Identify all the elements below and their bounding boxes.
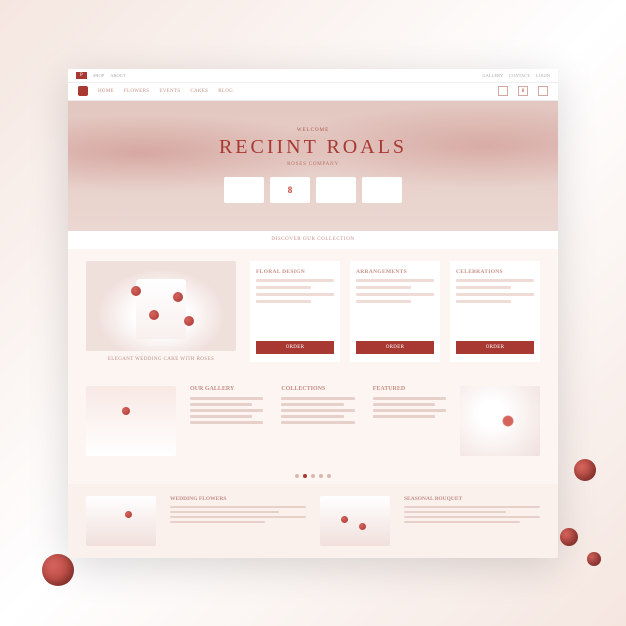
hero-eyebrow: WELCOME	[297, 128, 329, 133]
hero-card[interactable]: 8	[270, 177, 310, 203]
hero-card[interactable]	[224, 177, 264, 203]
topbar: P SHOP ABOUT GALLERY CONTACT LOGIN	[68, 69, 558, 83]
search-icon[interactable]	[498, 86, 508, 96]
footer-thumb[interactable]	[320, 496, 390, 546]
service-card: ARRANGEMENTS ORDER	[350, 261, 440, 362]
cake-caption: ELEGANT WEDDING CAKE WITH ROSES	[86, 357, 236, 362]
pagination-dots	[68, 468, 558, 484]
gallery-card[interactable]	[86, 386, 176, 456]
website-page: P SHOP ABOUT GALLERY CONTACT LOGIN HOME …	[68, 69, 558, 558]
top-link[interactable]: CONTACT	[509, 73, 530, 78]
main-nav: HOME FLOWERS EVENTS CAKES BLOG 8	[68, 83, 558, 101]
col-heading: FEATURED	[373, 386, 446, 392]
top-link[interactable]: LOGIN	[536, 73, 550, 78]
service-card: CELEBRATIONS ORDER	[450, 261, 540, 362]
page-dot[interactable]	[311, 474, 315, 478]
nav-link[interactable]: FLOWERS	[124, 89, 149, 94]
page-dot[interactable]	[319, 474, 323, 478]
top-link[interactable]: SHOP	[93, 73, 105, 78]
info-col: FEATURED	[373, 386, 446, 456]
info-col: COLLECTIONS	[281, 386, 354, 456]
top-link[interactable]: GALLERY	[482, 73, 503, 78]
cake-thumb-image	[86, 386, 176, 456]
footer-col: SEASONAL BOUQUET	[404, 496, 540, 546]
order-button[interactable]: ORDER	[456, 341, 534, 354]
section-heading: DISCOVER OUR COLLECTION	[68, 231, 558, 249]
page-dot-active[interactable]	[303, 474, 307, 478]
card-title: FLORAL DESIGN	[256, 269, 334, 275]
hero-subtitle: ROSES COMPANY	[287, 162, 339, 167]
col-heading: OUR GALLERY	[190, 386, 263, 392]
feature-product: ELEGANT WEDDING CAKE WITH ROSES	[86, 261, 236, 362]
page-dot[interactable]	[327, 474, 331, 478]
nav-link[interactable]: CAKES	[190, 89, 208, 94]
footer-thumb[interactable]	[86, 496, 156, 546]
service-card: FLORAL DESIGN ORDER	[250, 261, 340, 362]
promo-tag: P	[76, 72, 87, 79]
page-dot[interactable]	[295, 474, 299, 478]
gallery-section: OUR GALLERY COLLECTIONS FEATURED	[68, 374, 558, 468]
footer-title: WEDDING FLOWERS	[170, 496, 306, 502]
top-link[interactable]: ABOUT	[110, 73, 126, 78]
hero-cards: 8	[224, 177, 402, 203]
card-title: CELEBRATIONS	[456, 269, 534, 275]
hero-banner: WELCOME RECIINT ROALS ROSES COMPANY 8	[68, 101, 558, 231]
order-button[interactable]: ORDER	[256, 341, 334, 354]
footer-section: WEDDING FLOWERS SEASONAL BOUQUET	[68, 484, 558, 558]
info-columns: OUR GALLERY COLLECTIONS FEATURED	[190, 386, 446, 456]
nav-link[interactable]: HOME	[98, 89, 114, 94]
user-icon[interactable]	[538, 86, 548, 96]
footer-col: WEDDING FLOWERS	[170, 496, 306, 546]
card-title: ARRANGEMENTS	[356, 269, 434, 275]
nav-link[interactable]: EVENTS	[159, 89, 180, 94]
col-heading: COLLECTIONS	[281, 386, 354, 392]
hero-card[interactable]	[316, 177, 356, 203]
hero-card[interactable]	[362, 177, 402, 203]
cart-icon[interactable]: 8	[518, 86, 528, 96]
mid-section: ELEGANT WEDDING CAKE WITH ROSES FLORAL D…	[68, 249, 558, 374]
nav-link[interactable]: BLOG	[218, 89, 233, 94]
info-col: OUR GALLERY	[190, 386, 263, 456]
cake-image[interactable]	[86, 261, 236, 351]
logo-icon[interactable]	[78, 86, 88, 96]
bouquet-thumb[interactable]	[460, 386, 540, 456]
footer-title: SEASONAL BOUQUET	[404, 496, 540, 502]
service-columns: FLORAL DESIGN ORDER ARRANGEMENTS ORDER C…	[250, 261, 540, 362]
hero-title: RECIINT ROALS	[219, 136, 407, 159]
order-button[interactable]: ORDER	[356, 341, 434, 354]
